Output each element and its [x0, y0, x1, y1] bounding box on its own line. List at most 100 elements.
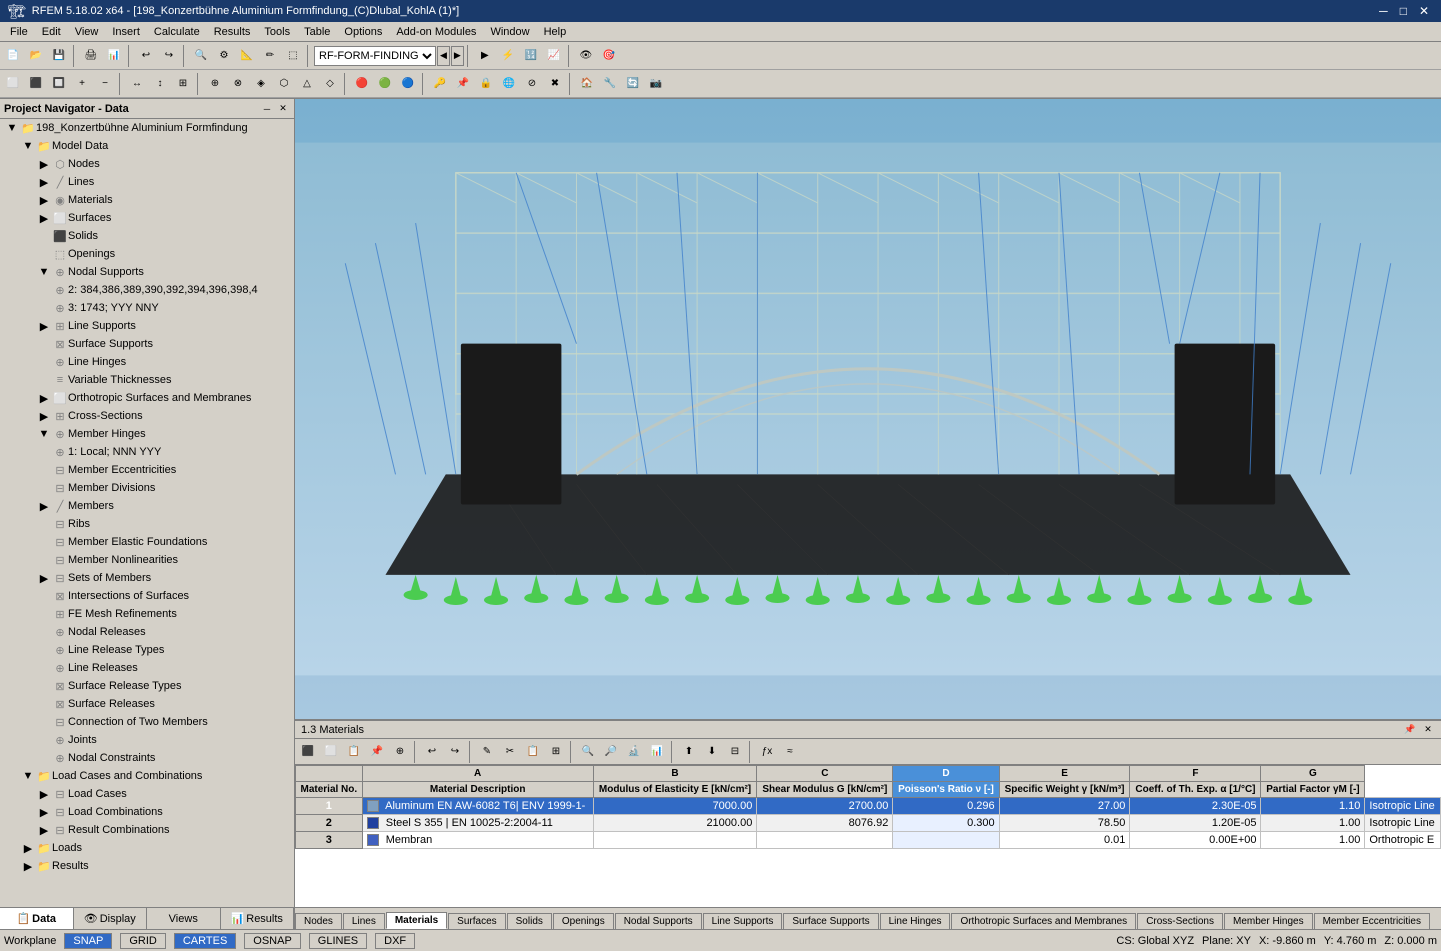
tab-surfaces[interactable]: Surfaces — [448, 913, 505, 929]
module-dropdown[interactable]: RF-FORM-FINDING — [314, 46, 436, 66]
snap-button[interactable]: SNAP — [64, 933, 112, 949]
tb-next[interactable]: ▶ — [451, 46, 464, 66]
pt-btn-1[interactable]: ⬛ — [297, 741, 319, 763]
nav-tab-results[interactable]: 📊 Results — [221, 908, 295, 929]
tb2-14[interactable]: ◇ — [319, 73, 341, 95]
menu-view[interactable]: View — [69, 25, 105, 39]
maximize-button[interactable]: □ — [1396, 4, 1411, 18]
sidebar-minimize[interactable]: ─ — [260, 102, 274, 116]
tb2-1[interactable]: ⬜ — [2, 73, 24, 95]
nav-tab-display[interactable]: 👁 Display — [74, 908, 148, 929]
tb2-26[interactable]: 🔄 — [622, 73, 644, 95]
title-bar-controls[interactable]: ─ □ ✕ — [1375, 4, 1433, 18]
tb-print2[interactable]: 📊 — [103, 45, 125, 67]
tab-openings[interactable]: Openings — [553, 913, 614, 929]
tb-view2[interactable]: 🎯 — [598, 45, 620, 67]
pt-btn-12[interactable]: 🔍 — [577, 741, 599, 763]
menu-file[interactable]: File — [4, 25, 34, 39]
tab-nodal-supports[interactable]: Nodal Supports — [615, 913, 702, 929]
sidebar-item-orthotropic[interactable]: ▶ ⬜ Orthotropic Surfaces and Membranes — [0, 389, 294, 407]
tab-cross-sections[interactable]: Cross-Sections — [1137, 913, 1223, 929]
menu-calculate[interactable]: Calculate — [148, 25, 206, 39]
sidebar-item-member-hinges[interactable]: ▼ ⊕ Member Hinges — [0, 425, 294, 443]
tb2-20[interactable]: 🔒 — [475, 73, 497, 95]
tb2-10[interactable]: ⊗ — [227, 73, 249, 95]
menu-table[interactable]: Table — [298, 25, 336, 39]
tab-lines[interactable]: Lines — [343, 913, 385, 929]
tb-undo[interactable]: ↩ — [135, 45, 157, 67]
tb-btn-e[interactable]: ⬚ — [282, 45, 304, 67]
sidebar-item-intersections[interactable]: ⊠ Intersections of Surfaces — [0, 587, 294, 605]
pt-btn-11[interactable]: ⊞ — [545, 741, 567, 763]
menu-insert[interactable]: Insert — [106, 25, 146, 39]
tb2-3[interactable]: 🔲 — [48, 73, 70, 95]
sidebar-item-nodes[interactable]: ▶ ⬡ Nodes — [0, 155, 294, 173]
sidebar-item-openings[interactable]: ⬚ Openings — [0, 245, 294, 263]
table-row[interactable]: 2 Steel S 355 | EN 10025-2:2004-11 21000… — [296, 815, 1441, 832]
panel-pin-button[interactable]: 📌 — [1403, 723, 1417, 737]
close-button[interactable]: ✕ — [1415, 4, 1433, 18]
tb-calc4[interactable]: 📈 — [543, 45, 565, 67]
sidebar-item-fe-mesh[interactable]: ⊞ FE Mesh Refinements — [0, 605, 294, 623]
pt-btn-18[interactable]: ⊟ — [724, 741, 746, 763]
tb2-22[interactable]: ⊘ — [521, 73, 543, 95]
tb2-17[interactable]: 🔵 — [397, 73, 419, 95]
menu-window[interactable]: Window — [484, 25, 535, 39]
grid-button[interactable]: GRID — [120, 933, 166, 949]
sidebar-item-model-data[interactable]: ▼ 📁 Model Data — [0, 137, 294, 155]
tab-orthotropic-surfaces-and-membranes[interactable]: Orthotropic Surfaces and Membranes — [951, 913, 1136, 929]
tb2-25[interactable]: 🔧 — [599, 73, 621, 95]
tb2-27[interactable]: 📷 — [645, 73, 667, 95]
sidebar-item-member-eccentricities[interactable]: ⊟ Member Eccentricities — [0, 461, 294, 479]
cartes-button[interactable]: CARTES — [174, 933, 236, 949]
tab-member-eccentricities[interactable]: Member Eccentricities — [1314, 913, 1430, 929]
panel-controls[interactable]: 📌 ✕ — [1403, 723, 1435, 737]
viewport-3d[interactable] — [295, 99, 1441, 719]
pt-btn-10[interactable]: 📋 — [522, 741, 544, 763]
sidebar-item-results[interactable]: ▶ 📁 Results — [0, 857, 294, 875]
pt-btn-9[interactable]: ✂ — [499, 741, 521, 763]
tb2-16[interactable]: 🟢 — [374, 73, 396, 95]
sidebar-item-variable-thicknesses[interactable]: ≡ Variable Thicknesses — [0, 371, 294, 389]
sidebar-item-root[interactable]: ▼ 📁 198_Konzertbühne Aluminium Formfindu… — [0, 119, 294, 137]
sidebar-item-surface-supports[interactable]: ⊠ Surface Supports — [0, 335, 294, 353]
tab-member-hinges[interactable]: Member Hinges — [1224, 913, 1313, 929]
sidebar-item-line-hinges[interactable]: ⊕ Line Hinges — [0, 353, 294, 371]
menu-addon[interactable]: Add-on Modules — [390, 25, 482, 39]
pt-btn-13[interactable]: 🔎 — [600, 741, 622, 763]
tb2-13[interactable]: △ — [296, 73, 318, 95]
sidebar-item-surfaces[interactable]: ▶ ⬜ Surfaces — [0, 209, 294, 227]
nav-tab-views[interactable]: Views — [147, 908, 221, 929]
table-row[interactable]: 1 Aluminum EN AW-6082 T6| ENV 1999-1- 70… — [296, 798, 1441, 815]
sidebar-item-nodal-supports[interactable]: ▼ ⊕ Nodal Supports — [0, 263, 294, 281]
sidebar-item-nodal-support-1[interactable]: ⊕ 2: 384,386,389,390,392,394,396,398,4 — [0, 281, 294, 299]
tb-calc2[interactable]: ⚡ — [497, 45, 519, 67]
tb-print[interactable]: 🖨 — [80, 45, 102, 67]
pt-btn-7[interactable]: ↪ — [444, 741, 466, 763]
sidebar-item-member-hinge-1[interactable]: ⊕ 1: Local; NNN YYY — [0, 443, 294, 461]
tb-view1[interactable]: 👁 — [575, 45, 597, 67]
sidebar-item-members[interactable]: ▶ ╱ Members — [0, 497, 294, 515]
tb-redo[interactable]: ↪ — [158, 45, 180, 67]
sidebar-item-solids[interactable]: ⬛ Solids — [0, 227, 294, 245]
tb2-4[interactable]: + — [71, 73, 93, 95]
tab-materials[interactable]: Materials — [386, 912, 447, 929]
pt-btn-14[interactable]: 🔬 — [623, 741, 645, 763]
tb2-19[interactable]: 📌 — [452, 73, 474, 95]
pt-btn-fx2[interactable]: ≈ — [779, 741, 801, 763]
sidebar-item-line-releases[interactable]: ⊕ Line Releases — [0, 659, 294, 677]
nav-tab-data[interactable]: 📋 Data — [0, 908, 74, 929]
tab-line-hinges[interactable]: Line Hinges — [880, 913, 951, 929]
tab-surface-supports[interactable]: Surface Supports — [783, 913, 878, 929]
tb2-21[interactable]: 🌐 — [498, 73, 520, 95]
tb2-24[interactable]: 🏠 — [576, 73, 598, 95]
tb2-5[interactable]: − — [94, 73, 116, 95]
sidebar-item-load-cases[interactable]: ▶ ⊟ Load Cases — [0, 785, 294, 803]
tb2-7[interactable]: ↕ — [149, 73, 171, 95]
tb-btn-a[interactable]: 🔍 — [190, 45, 212, 67]
tb2-8[interactable]: ⊞ — [172, 73, 194, 95]
sidebar-item-joints[interactable]: ⊕ Joints — [0, 731, 294, 749]
pt-btn-16[interactable]: ⬆ — [678, 741, 700, 763]
dxf-button[interactable]: DXF — [375, 933, 415, 949]
sidebar-item-materials[interactable]: ▶ ◉ Materials — [0, 191, 294, 209]
